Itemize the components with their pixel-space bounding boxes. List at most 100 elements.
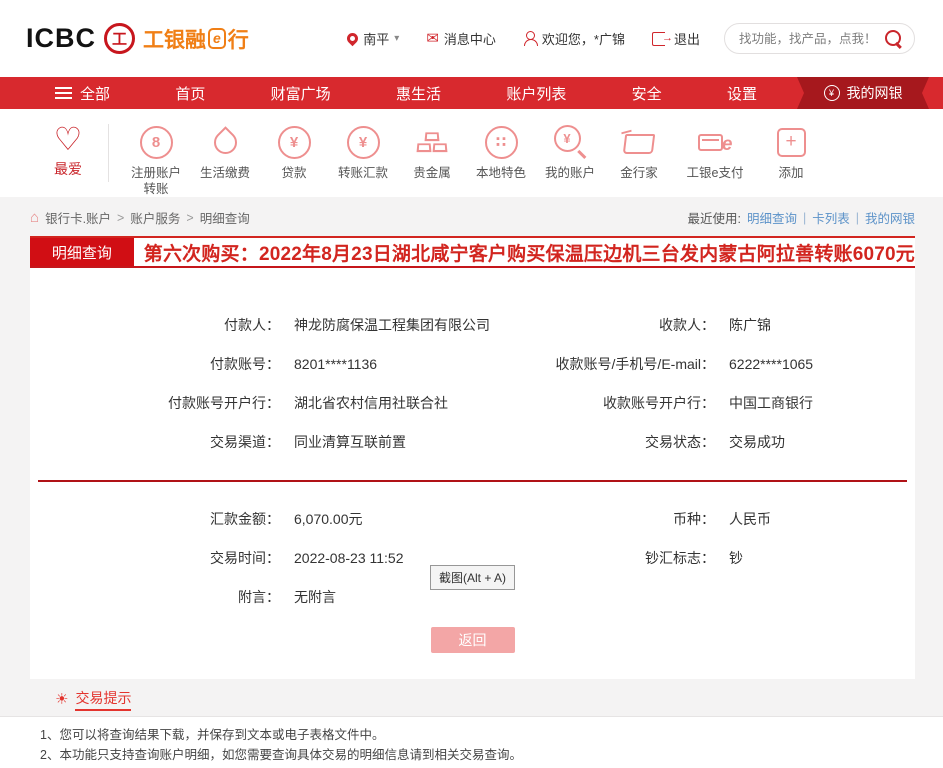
yuan-glyph: ¥ — [829, 88, 834, 98]
breadcrumb-bank-card[interactable]: 银行卡.账户 — [45, 208, 111, 227]
main-nav: 全部 首页 财富广场 惠生活 账户列表 安全 设置 ¥ 我的网银 — [0, 77, 943, 109]
location-pin-icon — [345, 31, 361, 47]
nav-account-list[interactable]: 账户列表 — [506, 83, 566, 104]
shortcut-loan[interactable]: ¥ 贷款 — [265, 122, 323, 182]
empty-value — [715, 578, 915, 617]
back-button[interactable]: 返回 — [431, 627, 515, 653]
payer-value: 神龙防腐保温工程集团有限公司 — [280, 306, 525, 345]
home-icon: ⌂ — [30, 210, 39, 225]
shortcut-gold-expert[interactable]: 金行家 — [610, 122, 668, 182]
transaction-detail-card: 明细查询 第六次购买：2022年8月23日湖北咸宁客户购买保温压边机三台发内蒙古… — [30, 236, 915, 679]
search-icon[interactable] — [885, 30, 902, 47]
channel-value: 同业清算互联前置 — [280, 423, 525, 462]
recent-link-my-bank[interactable]: 我的网银 — [865, 208, 915, 227]
breadcrumb-detail-query[interactable]: 明细查询 — [200, 208, 250, 227]
local-feature-icon: ∷ — [472, 122, 530, 162]
brand-suffix: 行 — [228, 24, 249, 54]
currency-value: 人民币 — [715, 500, 915, 539]
shortcut-my-account[interactable]: ¥ 我的账户 — [541, 122, 599, 182]
payer-bank-label: 付款账号开户行： — [30, 384, 280, 423]
breadcrumb-row: ⌂ 银行卡.账户 > 账户服务 > 明细查询 最近使用: 明细查询 | 卡列表 … — [0, 197, 943, 236]
recent-link-detail-query[interactable]: 明细查询 — [747, 208, 797, 227]
shortcut-precious-metal[interactable]: 贵金属 — [403, 122, 461, 182]
envelope-icon: ✉ — [426, 31, 439, 46]
nav-security[interactable]: 安全 — [632, 83, 662, 104]
logout-link[interactable]: 退出 — [652, 29, 700, 48]
page-root: ICBC 工 工银融e行 南平 ▾ ✉ 消息中心 欢迎您，*广锦 退出 — [0, 0, 943, 768]
breadcrumb-account-service[interactable]: 账户服务 — [130, 208, 180, 227]
tip-item: 1、您可以将查询结果下载，并保存到文本或电子表格文件中。 — [40, 725, 923, 745]
money-bag-icon: ¥ — [824, 85, 840, 101]
payee-bank-value: 中国工商银行 — [715, 384, 915, 423]
detail-fields-bottom: 汇款金额： 6,070.00元 币种： 人民币 交易时间： 2022-08-23… — [30, 482, 915, 617]
epay-card-icon: e — [679, 122, 751, 162]
empty-label — [525, 578, 715, 617]
currency-label: 币种： — [525, 500, 715, 539]
shortcut-transfer-remit[interactable]: ¥ 转账汇款 — [334, 122, 392, 182]
shortcut-local-feature[interactable]: ∷ 本地特色 — [472, 122, 530, 182]
cash-flag-value: 钞 — [715, 539, 915, 578]
yuan-glyph: ¥ — [290, 134, 298, 151]
recent-link-card-list[interactable]: 卡列表 — [812, 208, 850, 227]
payee-label: 收款人： — [525, 306, 715, 345]
location-selector[interactable]: 南平 ▾ — [347, 29, 399, 48]
shortcut-list: 8 注册账户转账 生活缴费 ¥ 贷款 ¥ 转账汇款 贵金属 — [127, 122, 820, 197]
dots-glyph: ∷ — [496, 133, 506, 151]
breadcrumb: ⌂ 银行卡.账户 > 账户服务 > 明细查询 — [30, 208, 250, 227]
message-center-link[interactable]: ✉ 消息中心 — [426, 29, 496, 48]
payee-bank-label: 收款账号开户行： — [525, 384, 715, 423]
eight-glyph: 8 — [152, 134, 160, 151]
channel-label: 交易渠道： — [30, 423, 280, 462]
shopping-cart-icon — [610, 122, 668, 162]
brand-prefix: 工银融 — [143, 24, 206, 54]
account-magnifier-icon: ¥ — [541, 122, 599, 162]
payee-value: 陈广锦 — [715, 306, 915, 345]
welcome-label: 欢迎您，*广锦 — [542, 29, 625, 48]
search-input[interactable] — [739, 32, 877, 46]
user-icon — [523, 31, 537, 46]
icbc-emblem-icon: 工 — [104, 23, 135, 54]
nav-home[interactable]: 首页 — [175, 83, 205, 104]
nav-all[interactable]: 全部 — [55, 83, 110, 104]
amount-value: 6,070.00元 — [280, 500, 525, 539]
shortcut-utility-payment[interactable]: 生活缴费 — [196, 122, 254, 182]
nav-settings[interactable]: 设置 — [727, 83, 757, 104]
status-value: 交易成功 — [715, 423, 915, 462]
plus-glyph: + — [785, 131, 796, 153]
gold-bars-icon — [403, 122, 461, 162]
icbc-logo[interactable]: ICBC 工 工银融e行 — [26, 23, 249, 54]
my-bank-label: 我的网银 — [847, 83, 903, 103]
yuan-glyph: ¥ — [359, 134, 367, 151]
add-icon: + — [762, 122, 820, 162]
nav-life[interactable]: 惠生活 — [396, 83, 441, 104]
water-drop-icon — [196, 122, 254, 162]
nav-wealth-plaza[interactable]: 财富广场 — [271, 83, 331, 104]
nav-my-bank[interactable]: ¥ 我的网银 — [797, 77, 929, 109]
payee-account-value: 6222****1065 — [715, 345, 915, 384]
shortcut-label: 转账汇款 — [334, 166, 392, 182]
emblem-glyph: 工 — [112, 28, 127, 49]
search-box — [724, 23, 915, 54]
detail-fields-top: 付款人： 神龙防腐保温工程集团有限公司 收款人： 陈广锦 付款账号： 8201*… — [30, 268, 915, 462]
welcome-user[interactable]: 欢迎您，*广锦 — [523, 29, 625, 48]
memo-label: 附言： — [30, 578, 280, 617]
favorites-item[interactable]: ♡ 最爱 — [42, 122, 94, 179]
brand-name: 工银融e行 — [143, 24, 249, 54]
e-glyph: e — [722, 134, 733, 156]
screenshot-tooltip: 截图(Alt + A) — [430, 565, 515, 590]
shortcut-label: 金行家 — [610, 166, 668, 182]
shortcut-label: 我的账户 — [541, 166, 599, 182]
shortcut-epay[interactable]: e 工银e支付 — [679, 122, 751, 182]
pipe-separator: | — [803, 211, 806, 225]
logout-label: 退出 — [674, 29, 700, 48]
amount-label: 汇款金额： — [30, 500, 280, 539]
brand-e-icon: e — [208, 28, 226, 48]
tab-detail-query[interactable]: 明细查询 — [30, 238, 134, 266]
menu-icon — [55, 87, 72, 99]
shortcut-add[interactable]: + 添加 — [762, 122, 820, 182]
message-center-label: 消息中心 — [444, 29, 496, 48]
bulb-icon: ☀ — [55, 692, 68, 707]
shortcut-register-transfer[interactable]: 8 注册账户转账 — [127, 122, 185, 197]
tips-title: 交易提示 — [75, 688, 131, 711]
yuan-glyph: ¥ — [563, 131, 570, 146]
